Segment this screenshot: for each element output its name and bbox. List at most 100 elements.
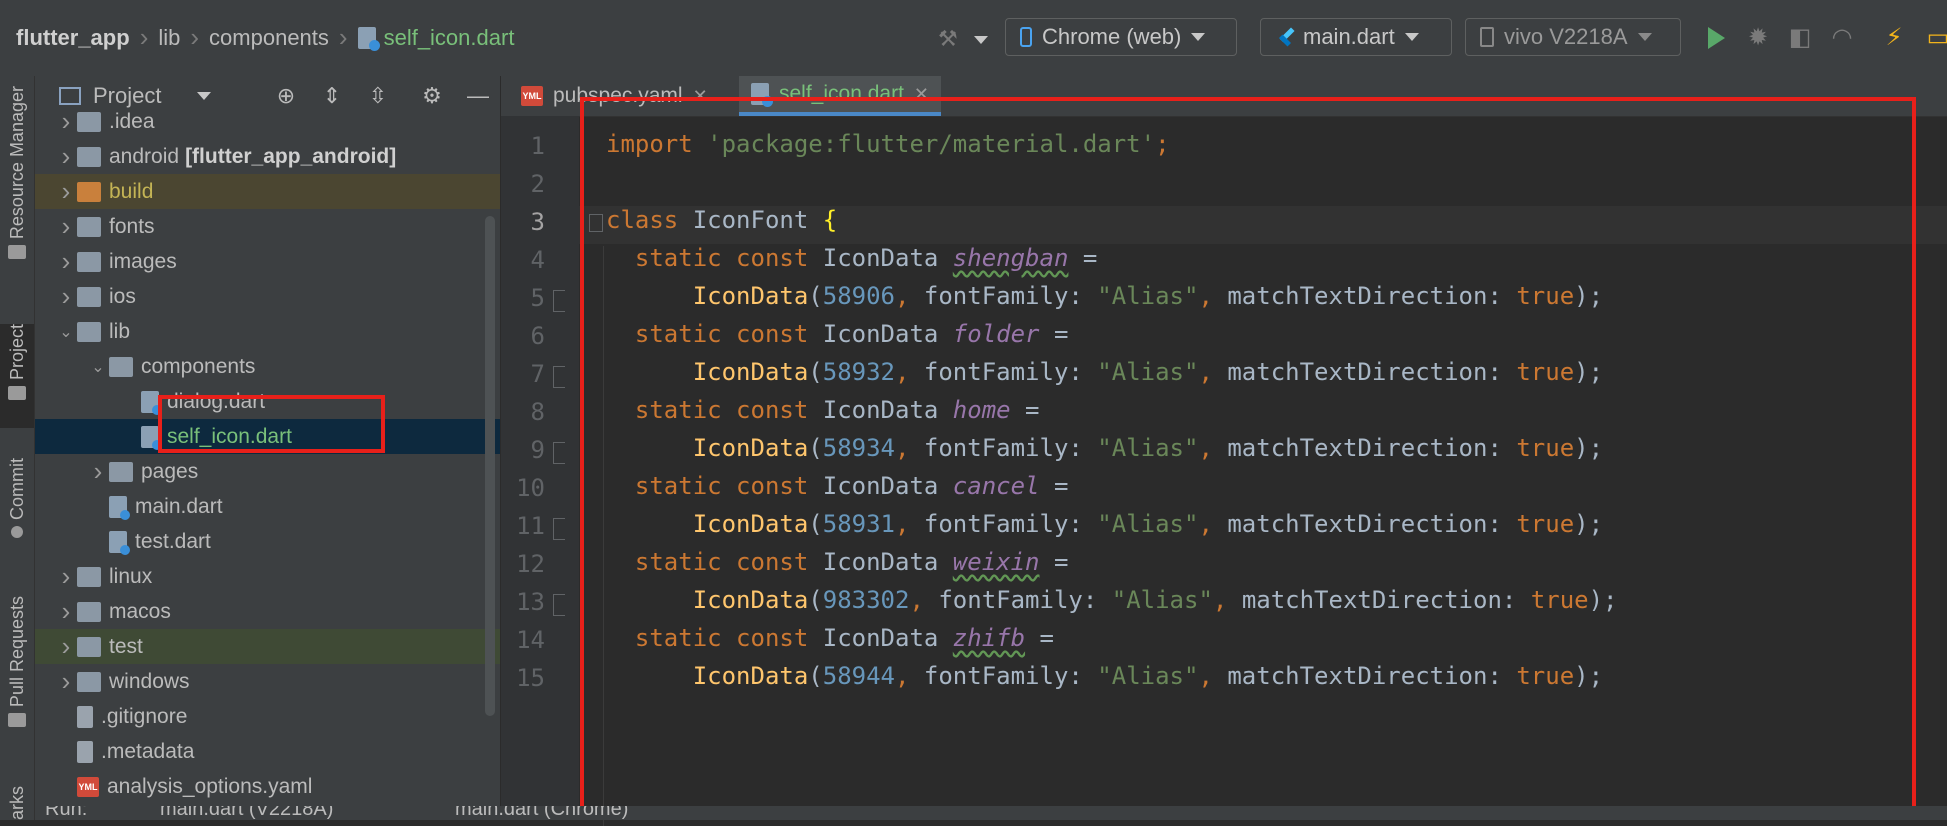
resource-manager-icon bbox=[8, 245, 26, 260]
run-config-label: main.dart bbox=[1303, 24, 1395, 49]
build-hammer-icon[interactable]: ⚒ bbox=[938, 26, 964, 52]
line-number: 1 bbox=[530, 132, 545, 160]
folder-icon bbox=[77, 671, 101, 692]
hot-reload-icon[interactable]: ⚡ bbox=[1880, 24, 1908, 52]
tree-row[interactable]: test.dart bbox=[35, 524, 500, 559]
tree-row[interactable]: › test bbox=[35, 629, 500, 664]
folder-icon bbox=[77, 216, 101, 237]
tree-row[interactable]: ⌄ lib bbox=[35, 314, 500, 349]
tree-row[interactable]: › fonts bbox=[35, 209, 500, 244]
tree-item-label: components bbox=[141, 354, 256, 378]
breadcrumb-item-lib[interactable]: lib bbox=[158, 25, 180, 51]
breadcrumb-file-label: self_icon.dart bbox=[383, 24, 515, 50]
profile-icon[interactable]: ◠ bbox=[1828, 24, 1856, 52]
project-view-dropdown-icon[interactable] bbox=[197, 92, 212, 100]
fold-marker-icon[interactable] bbox=[553, 366, 565, 388]
line-number: 14 bbox=[516, 626, 545, 654]
tree-row[interactable]: › windows bbox=[35, 664, 500, 699]
line-number: 13 bbox=[516, 588, 545, 616]
resource-manager-label: Resource Manager bbox=[6, 86, 27, 240]
commit-icon bbox=[11, 526, 23, 538]
pull-requests-tab[interactable]: Pull Requests bbox=[0, 596, 34, 756]
tree-row[interactable]: › images bbox=[35, 244, 500, 279]
tree-item-label: macos bbox=[109, 599, 171, 623]
device-dropdown[interactable]: vivo V2218A bbox=[1465, 18, 1681, 56]
breadcrumb-project[interactable]: flutter_app bbox=[16, 25, 130, 51]
tree-row[interactable]: main.dart bbox=[35, 489, 500, 524]
tree-item-label: lib bbox=[109, 319, 131, 343]
project-tree-scrollbar[interactable] bbox=[485, 216, 495, 716]
tree-row[interactable]: › linux bbox=[35, 559, 500, 594]
chevron-right-icon[interactable]: › bbox=[55, 141, 77, 172]
device-target-dropdown[interactable]: Chrome (web) bbox=[1005, 18, 1237, 56]
fold-marker-icon[interactable] bbox=[553, 518, 565, 540]
tree-item-label: .idea bbox=[109, 109, 155, 133]
hot-restart-icon[interactable]: ▭ bbox=[1924, 24, 1947, 52]
tree-row[interactable]: YML analysis_options.yaml bbox=[35, 769, 500, 804]
pull-request-icon bbox=[8, 713, 26, 728]
chevron-right-icon[interactable]: › bbox=[87, 456, 109, 487]
chevron-right-icon[interactable]: › bbox=[55, 246, 77, 277]
chevron-right-icon[interactable]: › bbox=[55, 561, 77, 592]
tree-row[interactable]: › android [flutter_app_android] bbox=[35, 139, 500, 174]
folder-icon bbox=[77, 181, 101, 202]
run-tab-v2218a[interactable]: main.dart (V2218A) bbox=[160, 806, 333, 820]
chevron-right-icon[interactable]: › bbox=[55, 211, 77, 242]
line-number: 6 bbox=[530, 322, 545, 350]
line-number: 10 bbox=[516, 474, 545, 502]
breadcrumb-item-components[interactable]: components bbox=[209, 25, 329, 51]
line-number: 5 bbox=[530, 284, 545, 312]
breadcrumb-separator-icon: › bbox=[338, 22, 348, 52]
line-number: 4 bbox=[530, 246, 545, 274]
chevron-right-icon[interactable]: › bbox=[55, 176, 77, 207]
run-tab-chrome[interactable]: main.dart (Chrome) bbox=[455, 806, 628, 820]
tree-row[interactable]: › macos bbox=[35, 594, 500, 629]
document-icon bbox=[77, 705, 93, 728]
chevron-right-icon[interactable]: › bbox=[55, 666, 77, 697]
line-number: 9 bbox=[530, 436, 545, 464]
phone-icon bbox=[1020, 27, 1032, 47]
tree-row[interactable]: .gitignore bbox=[35, 699, 500, 734]
run-tool-bar: Run: main.dart (V2218A) main.dart (Chrom… bbox=[35, 806, 1947, 820]
folder-icon bbox=[77, 146, 101, 167]
chevron-down-icon[interactable]: ⌄ bbox=[55, 322, 77, 342]
tree-item-label: ios bbox=[109, 284, 136, 308]
tree-row[interactable]: ⌄ components bbox=[35, 349, 500, 384]
bookmarks-label: arks bbox=[6, 786, 27, 820]
project-view-icon bbox=[59, 87, 81, 105]
folder-icon bbox=[8, 386, 26, 401]
tree-row[interactable]: › ios bbox=[35, 279, 500, 314]
folder-icon bbox=[77, 111, 101, 132]
run-config-dropdown[interactable]: main.dart bbox=[1260, 18, 1452, 56]
build-dropdown-icon[interactable] bbox=[974, 36, 988, 44]
device-phone-icon bbox=[1480, 27, 1494, 47]
bookmarks-tab[interactable]: arks bbox=[0, 786, 34, 820]
fold-marker-icon[interactable] bbox=[553, 442, 565, 464]
chevron-down-icon bbox=[1191, 33, 1206, 41]
chevron-down-icon[interactable]: ⌄ bbox=[87, 357, 109, 377]
run-icon[interactable] bbox=[1702, 27, 1730, 55]
dart-file-icon bbox=[141, 425, 162, 450]
line-number-gutter[interactable]: 1 2 3 4 5 6 7 8 9 10 11 12 13 14 15 bbox=[501, 116, 603, 820]
commit-tab[interactable]: Commit bbox=[0, 458, 34, 558]
project-tool-tab[interactable]: Project bbox=[0, 324, 34, 428]
tree-row[interactable]: › build bbox=[35, 174, 500, 209]
tree-item-label: build bbox=[109, 179, 154, 203]
fold-marker-icon[interactable] bbox=[553, 290, 565, 312]
chevron-right-icon[interactable]: › bbox=[55, 596, 77, 627]
dart-file-icon bbox=[357, 26, 380, 51]
chevron-right-icon[interactable]: › bbox=[55, 281, 77, 312]
breadcrumb-file[interactable]: self_icon.dart bbox=[357, 24, 515, 51]
resource-manager-tab[interactable]: Resource Manager bbox=[0, 86, 34, 306]
coverage-icon[interactable]: ◧ bbox=[1786, 24, 1814, 52]
tree-item-label: android bbox=[109, 144, 180, 168]
tree-row[interactable]: › .idea bbox=[35, 104, 500, 139]
chevron-right-icon[interactable]: › bbox=[55, 631, 77, 662]
folder-icon bbox=[77, 321, 101, 342]
fold-marker-icon[interactable] bbox=[553, 594, 565, 616]
tree-row[interactable]: .metadata bbox=[35, 734, 500, 769]
tree-row[interactable]: › pages bbox=[35, 454, 500, 489]
debug-icon[interactable]: ✹ bbox=[1744, 24, 1772, 52]
folder-icon bbox=[77, 566, 101, 587]
chevron-right-icon[interactable]: › bbox=[55, 106, 77, 137]
